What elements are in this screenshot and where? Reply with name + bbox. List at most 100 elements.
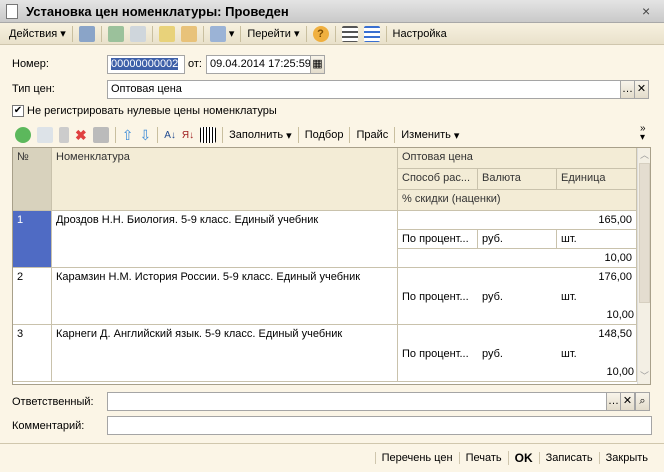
table-scrollbar[interactable]: ︿ ﹀ (637, 148, 650, 384)
sort-desc-button[interactable]: Я↓ (179, 125, 197, 145)
header-unit[interactable]: Единица (557, 169, 637, 190)
row-item[interactable]: Карнеги Д. Английский язык. 5-9 класс. Е… (52, 325, 398, 382)
goto-menu[interactable]: Перейти ▾ (244, 24, 302, 44)
header-num[interactable]: № (13, 148, 52, 211)
header-discount[interactable]: % скидки (наценки) (398, 190, 637, 211)
date-input[interactable]: 09.04.2014 17:25:59 (206, 55, 311, 74)
end-edit-button[interactable] (90, 125, 112, 145)
row-discount[interactable]: 10,00 (606, 366, 634, 378)
delete-row-button[interactable]: ✖ (72, 125, 90, 145)
row-discount[interactable]: 10,00 (606, 309, 634, 321)
goto-label: Перейти (247, 27, 291, 40)
comment-input[interactable] (107, 416, 652, 435)
save-icon (92, 127, 109, 143)
settings-button[interactable]: Настройка (390, 24, 450, 44)
price-type-clear-button[interactable]: ✕ (634, 80, 649, 99)
actions-menu[interactable]: Действия ▾ (6, 24, 69, 44)
responsible-search-button[interactable]: ⌕ (635, 392, 650, 411)
print-button[interactable]: Печать (458, 452, 508, 464)
responsible-input[interactable] (107, 392, 607, 411)
document-icon (6, 4, 18, 19)
price-button[interactable]: Прайс (353, 125, 391, 145)
clear-icon: ✕ (636, 83, 647, 95)
row-price[interactable]: 165,00 (398, 211, 637, 230)
row-unit[interactable]: шт. (561, 291, 577, 303)
zero-prices-label: Не регистрировать нулевые цены номенклат… (27, 105, 277, 117)
row-item[interactable]: Дроздов Н.Н. Биология. 5-9 класс. Единый… (52, 211, 398, 268)
copy-row-button[interactable] (34, 125, 56, 145)
calendar-icon: ▦ (312, 58, 323, 70)
row-item[interactable]: Карамзин Н.М. История России. 5-9 класс.… (52, 268, 398, 325)
save-button[interactable]: Записать (538, 452, 599, 464)
row-method[interactable]: По процент... (398, 230, 478, 249)
unpost-button[interactable] (178, 24, 200, 44)
price-list-button[interactable]: Перечень цен (374, 452, 459, 464)
more-toolbar-button[interactable]: » ▾ (640, 124, 646, 143)
post-doc-icon (158, 25, 175, 42)
window-close-button[interactable]: × (642, 3, 650, 19)
price-label: Прайс (356, 129, 389, 141)
close-button[interactable]: Закрыть (598, 452, 654, 464)
settings-label: Настройка (392, 27, 447, 40)
row-discount[interactable]: 10,00 (398, 249, 637, 268)
header-method[interactable]: Способ рас... (398, 169, 478, 190)
responsible-select-button[interactable]: … (606, 392, 621, 411)
price-type-label: Тип цен: (12, 83, 55, 95)
date-label: от: (188, 58, 202, 70)
header-currency[interactable]: Валюта (478, 169, 557, 190)
scroll-thumb[interactable] (639, 163, 650, 303)
price-type-input[interactable]: Оптовая цена (107, 80, 621, 99)
checklist-button[interactable] (361, 24, 383, 44)
window-title: Установка цен номенклатуры: Проведен (26, 4, 289, 19)
row-num[interactable]: 3 (13, 325, 52, 382)
change-menu[interactable]: Изменить ▾ (398, 125, 462, 145)
row-unit[interactable]: шт. (557, 230, 637, 249)
number-label: Номер: (12, 58, 49, 70)
sort-asc-icon: А↓ (164, 129, 176, 141)
calendar-button[interactable]: ▦ (310, 55, 325, 74)
edit-row-button[interactable] (56, 125, 72, 145)
copy-button[interactable] (127, 24, 149, 44)
select-button[interactable]: Подбор (302, 125, 347, 145)
arrow-up-icon: ⇧ (121, 126, 134, 143)
row-method[interactable]: По процент... (402, 291, 469, 303)
header-price-group[interactable]: Оптовая цена (398, 148, 637, 169)
fill-menu[interactable]: Заполнить ▾ (226, 125, 295, 145)
barcode-button[interactable] (197, 125, 219, 145)
copy-icon (129, 25, 146, 42)
list-icon (341, 25, 358, 42)
number-input[interactable]: 00000000002 (107, 55, 185, 74)
delete-icon: ✖ (75, 126, 87, 143)
add-row-button[interactable] (12, 125, 34, 145)
sort-asc-button[interactable]: А↓ (161, 125, 179, 145)
post-button[interactable] (156, 24, 178, 44)
main-toolbar: Действия ▾ ▾ Перейти ▾ ? Настройка (0, 23, 664, 45)
responsible-label: Ответственный: (12, 396, 94, 408)
row-unit[interactable]: шт. (561, 348, 577, 360)
row-num[interactable]: 1 (13, 211, 52, 268)
structure-button[interactable] (339, 24, 361, 44)
ok-button[interactable]: OK (507, 451, 539, 465)
row-method[interactable]: По процент... (402, 348, 469, 360)
pencil-icon (59, 127, 69, 143)
barcode-icon (200, 127, 217, 143)
row-currency[interactable]: руб. (482, 291, 503, 303)
row-currency[interactable]: руб. (482, 348, 503, 360)
reread-button[interactable] (105, 24, 127, 44)
help-button[interactable]: ? (310, 24, 332, 44)
comment-label: Комментарий: (12, 420, 85, 432)
post-icon (78, 25, 95, 42)
header-item[interactable]: Номенклатура (52, 148, 398, 211)
scroll-down-icon[interactable]: ﹀ (638, 369, 650, 382)
price-type-select-button[interactable]: … (620, 80, 635, 99)
row-currency[interactable]: руб. (478, 230, 557, 249)
sort-desc-icon: Я↓ (181, 129, 195, 141)
row-num[interactable]: 2 (13, 268, 52, 325)
move-up-button[interactable]: ⇧ (119, 125, 137, 145)
zero-prices-checkbox[interactable]: ✔ (12, 105, 24, 117)
move-down-button[interactable]: ⇩ (136, 125, 154, 145)
based-on-button[interactable]: ▾ (207, 24, 238, 44)
scroll-up-icon[interactable]: ︿ (638, 148, 650, 161)
post-and-close-button[interactable] (76, 24, 98, 44)
responsible-clear-button[interactable]: ✕ (620, 392, 635, 411)
